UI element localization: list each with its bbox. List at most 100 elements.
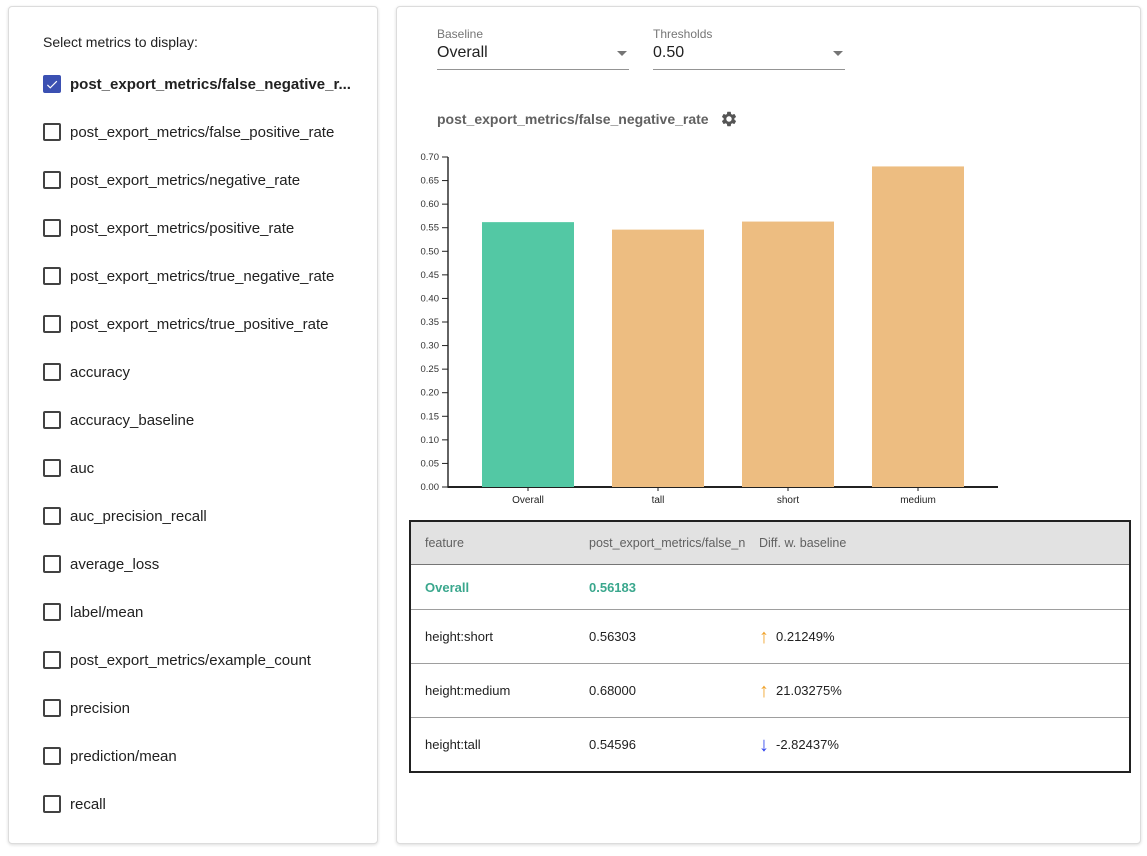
bar-short[interactable]	[742, 222, 834, 487]
diff-cell	[745, 565, 1130, 610]
table-row: height:short0.56303↑0.21249%	[410, 610, 1130, 664]
metric-checkbox-item[interactable]: accuracy	[9, 348, 377, 396]
checkbox-unchecked-icon[interactable]	[43, 603, 61, 621]
table-row: Overall0.56183	[410, 565, 1130, 610]
checkbox-unchecked-icon[interactable]	[43, 795, 61, 813]
value-cell: 0.68000	[575, 664, 745, 718]
metric-list: post_export_metrics/false_negative_r...p…	[9, 60, 377, 828]
metric-checkbox-item[interactable]: recall	[9, 780, 377, 828]
metric-label: post_export_metrics/example_count	[70, 652, 311, 669]
y-axis-tick-label: 0.30	[421, 341, 440, 352]
metric-checkbox-item[interactable]: post_export_metrics/true_negative_rate	[9, 252, 377, 300]
metric-checkbox-item[interactable]: post_export_metrics/true_positive_rate	[9, 300, 377, 348]
x-axis-tick-label: short	[777, 495, 799, 506]
sidebar-title: Select metrics to display:	[43, 34, 377, 50]
metric-checkbox-item[interactable]: auc	[9, 444, 377, 492]
checkbox-unchecked-icon[interactable]	[43, 699, 61, 717]
table-header-cell: feature	[410, 521, 575, 565]
checkbox-unchecked-icon[interactable]	[43, 651, 61, 669]
y-axis-tick-label: 0.65	[421, 176, 440, 187]
feature-cell: height:short	[410, 610, 575, 664]
metric-label: post_export_metrics/true_positive_rate	[70, 316, 328, 333]
metric-checkbox-item[interactable]: auc_precision_recall	[9, 492, 377, 540]
x-axis-tick-label: tall	[652, 495, 665, 506]
checkbox-unchecked-icon[interactable]	[43, 267, 61, 285]
metric-label: average_loss	[70, 556, 159, 573]
metric-checkbox-item[interactable]: post_export_metrics/negative_rate	[9, 156, 377, 204]
metric-select-panel: Select metrics to display: post_export_m…	[8, 6, 378, 844]
arrow-up-icon: ↑	[759, 681, 769, 701]
checkbox-unchecked-icon[interactable]	[43, 747, 61, 765]
x-axis-tick-label: Overall	[512, 495, 544, 506]
baseline-value: Overall	[437, 44, 488, 62]
diff-cell: ↓ -2.82437%	[745, 718, 1130, 773]
metrics-table: featurepost_export_metrics/false_negativ…	[409, 520, 1131, 773]
gear-icon[interactable]	[720, 110, 738, 128]
chart-header: post_export_metrics/false_negative_rate	[437, 110, 738, 128]
y-axis-tick-label: 0.45	[421, 270, 440, 281]
metric-label: auc	[70, 460, 94, 477]
checkbox-unchecked-icon[interactable]	[43, 363, 61, 381]
metric-checkbox-item[interactable]: prediction/mean	[9, 732, 377, 780]
metric-checkbox-item[interactable]: average_loss	[9, 540, 377, 588]
checkbox-unchecked-icon[interactable]	[43, 507, 61, 525]
table-row: height:tall0.54596 ↓ -2.82437%	[410, 718, 1130, 773]
metric-checkbox-item[interactable]: label/mean	[9, 588, 377, 636]
diff-value: -2.82437%	[776, 737, 839, 752]
arrow-up-icon: ↑	[759, 627, 769, 647]
baseline-dropdown[interactable]: Baseline Overall	[437, 27, 629, 70]
y-axis-tick-label: 0.20	[421, 388, 440, 399]
checkbox-unchecked-icon[interactable]	[43, 459, 61, 477]
arrow-down-icon: ↓	[759, 735, 769, 755]
value-cell: 0.56303	[575, 610, 745, 664]
metric-checkbox-item[interactable]: precision	[9, 684, 377, 732]
y-axis-tick-label: 0.70	[421, 152, 440, 163]
metric-checkbox-item[interactable]: post_export_metrics/example_count	[9, 636, 377, 684]
metric-label: post_export_metrics/true_negative_rate	[70, 268, 334, 285]
checkbox-unchecked-icon[interactable]	[43, 123, 61, 141]
x-axis-tick-label: medium	[900, 495, 936, 506]
metric-checkbox-item[interactable]: post_export_metrics/positive_rate	[9, 204, 377, 252]
bar-medium[interactable]	[872, 166, 964, 487]
checkbox-unchecked-icon[interactable]	[43, 219, 61, 237]
bar-Overall[interactable]	[482, 222, 574, 487]
table-header-cell: Diff. w. baseline	[745, 521, 1130, 565]
diff-cell: ↑ 21.03275%	[745, 664, 1130, 718]
y-axis-tick-label: 0.60	[421, 199, 440, 210]
metric-label: prediction/mean	[70, 748, 177, 765]
metric-label: recall	[70, 796, 106, 813]
checkbox-unchecked-icon[interactable]	[43, 315, 61, 333]
checkbox-unchecked-icon[interactable]	[43, 411, 61, 429]
value-cell: 0.54596	[575, 718, 745, 773]
metric-label: post_export_metrics/negative_rate	[70, 172, 300, 189]
checkbox-unchecked-icon[interactable]	[43, 171, 61, 189]
diff-cell: ↑0.21249%	[745, 610, 1130, 664]
metric-label: accuracy_baseline	[70, 412, 194, 429]
y-axis-tick-label: 0.55	[421, 223, 440, 234]
controls-row: Baseline Overall Thresholds 0.50	[437, 27, 845, 70]
y-axis-tick-label: 0.25	[421, 364, 440, 375]
metric-label: post_export_metrics/false_negative_r...	[70, 76, 351, 93]
chevron-down-icon	[617, 51, 627, 56]
chart-title: post_export_metrics/false_negative_rate	[437, 111, 709, 127]
checkbox-checked-icon[interactable]	[43, 75, 61, 93]
chevron-down-icon	[833, 51, 843, 56]
thresholds-dropdown[interactable]: Thresholds 0.50	[653, 27, 845, 70]
y-axis-tick-label: 0.50	[421, 246, 440, 257]
metric-checkbox-item[interactable]: post_export_metrics/false_positive_rate	[9, 108, 377, 156]
y-axis-tick-label: 0.10	[421, 435, 440, 446]
diff-value: 21.03275%	[776, 683, 842, 698]
bar-chart: 0.000.050.100.150.200.250.300.350.400.45…	[419, 147, 1019, 509]
bar-tall[interactable]	[612, 230, 704, 487]
metric-label: label/mean	[70, 604, 143, 621]
metrics-panel: Baseline Overall Thresholds 0.50 post_ex…	[396, 6, 1141, 844]
checkbox-unchecked-icon[interactable]	[43, 555, 61, 573]
metric-checkbox-item[interactable]: post_export_metrics/false_negative_r...	[9, 60, 377, 108]
y-axis-tick-label: 0.05	[421, 458, 440, 469]
y-axis-tick-label: 0.15	[421, 411, 440, 422]
metric-checkbox-item[interactable]: accuracy_baseline	[9, 396, 377, 444]
feature-cell: Overall	[410, 565, 575, 610]
feature-cell: height:tall	[410, 718, 575, 773]
metric-label: precision	[70, 700, 130, 717]
thresholds-value: 0.50	[653, 44, 684, 62]
